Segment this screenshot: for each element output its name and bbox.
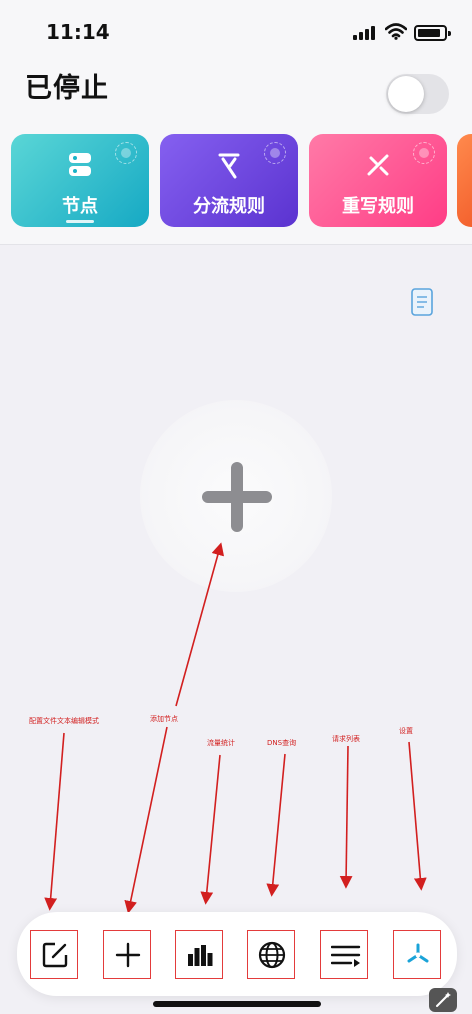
tab-traffic-stats[interactable] (175, 930, 223, 979)
list-icon (331, 945, 361, 967)
home-indicator (153, 1001, 321, 1007)
tab-request-list[interactable] (320, 930, 368, 979)
annotation-arrows (44, 542, 427, 914)
fan-icon (407, 943, 429, 963)
magic-wand-icon[interactable] (429, 988, 457, 1012)
tab-dns-query[interactable] (247, 930, 295, 979)
bar-chart-icon (188, 945, 213, 966)
annotation-request-list: 请求列表 (332, 735, 360, 743)
tab-settings[interactable] (393, 930, 441, 979)
globe-icon (258, 941, 286, 969)
bottom-tab-bar (17, 912, 457, 996)
annotation-traffic-stats: 流量统计 (207, 739, 235, 747)
tab-add-node[interactable] (103, 930, 151, 979)
annotation-settings: 设置 (399, 727, 413, 735)
plus-icon (115, 942, 141, 968)
annotation-dns-query: DNS查询 (267, 739, 297, 747)
annotation-add-node: 添加节点 (150, 715, 178, 723)
edit-icon (42, 942, 68, 968)
annotation-config-edit: 配置文件文本编辑模式 (29, 717, 99, 725)
tab-edit-config[interactable] (30, 930, 78, 979)
